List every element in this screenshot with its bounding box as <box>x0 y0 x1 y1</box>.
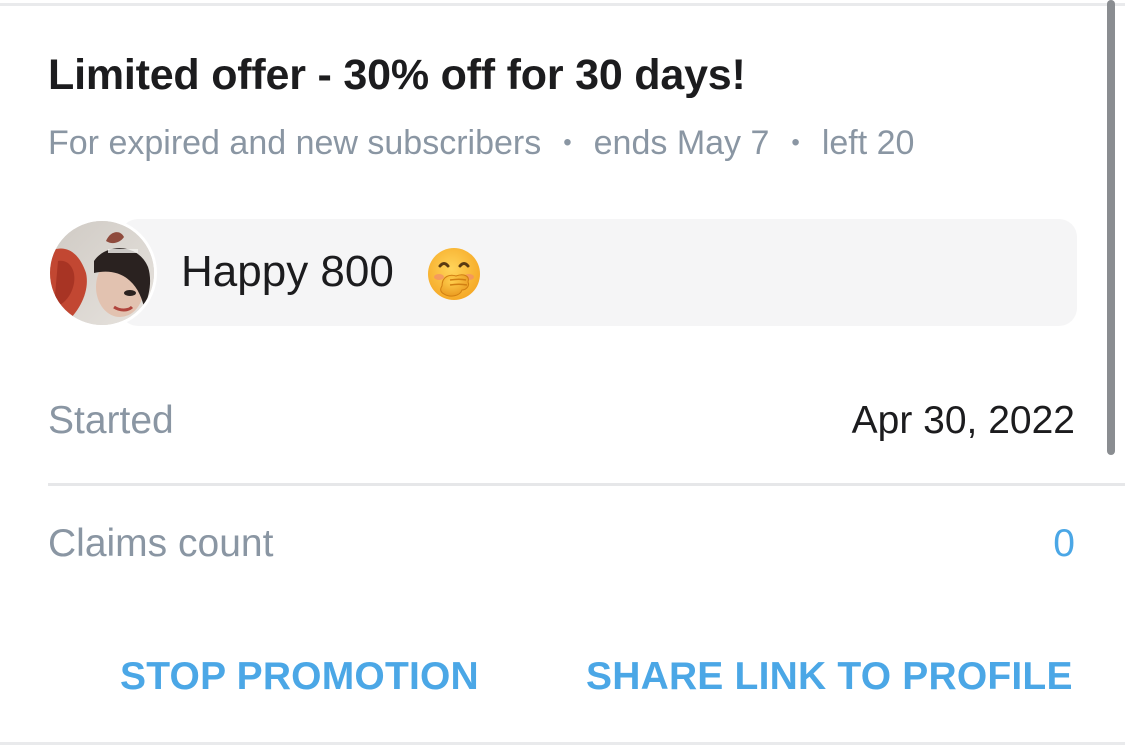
meta-separator: • <box>791 129 800 156</box>
share-link-to-profile-button[interactable]: SHARE LINK TO PROFILE <box>586 655 1073 699</box>
promotion-end-date: ends May 7 <box>593 124 770 162</box>
promotion-title: Limited offer - 30% off for 30 days! <box>48 51 746 99</box>
bottom-divider <box>0 742 1125 745</box>
top-divider <box>0 3 1125 6</box>
stop-promotion-button[interactable]: STOP PROMOTION <box>120 655 479 699</box>
claims-count-label: Claims count <box>48 522 274 565</box>
row-divider <box>48 483 1125 486</box>
started-value: Apr 30, 2022 <box>851 399 1075 442</box>
claims-count-value[interactable]: 0 <box>1053 522 1075 566</box>
avatar-photo <box>50 221 154 325</box>
promotion-meta: For expired and new subscribers • ends May… <box>48 124 914 163</box>
meta-separator: • <box>563 129 572 156</box>
hand-over-mouth-emoji-icon <box>426 246 482 302</box>
started-label: Started <box>48 399 174 442</box>
promotion-card: Limited offer - 30% off for 30 days! For… <box>0 0 1125 749</box>
avatar[interactable] <box>47 218 157 328</box>
promotion-message-text: Happy 800 <box>181 247 394 296</box>
promotion-audience: For expired and new subscribers <box>48 124 542 162</box>
promotion-remaining: left 20 <box>821 124 915 162</box>
scrollbar[interactable] <box>1107 0 1115 455</box>
